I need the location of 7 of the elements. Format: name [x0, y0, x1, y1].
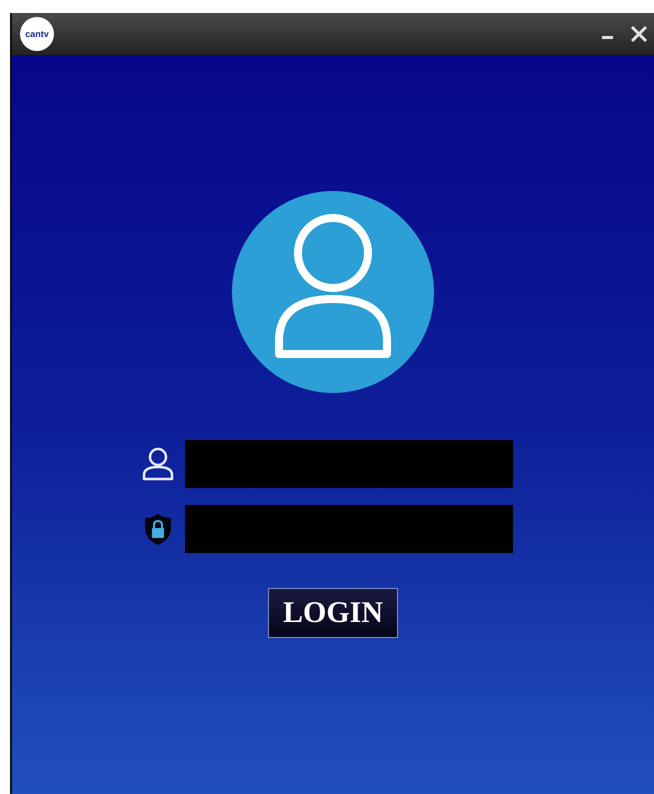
close-icon[interactable]: [630, 25, 648, 43]
login-button[interactable]: LOGIN: [268, 588, 398, 638]
user-icon: [141, 447, 175, 481]
username-field[interactable]: [185, 440, 513, 488]
app-logo: cantv: [20, 17, 54, 51]
password-field[interactable]: [185, 505, 513, 553]
user-avatar-icon: [232, 191, 434, 393]
